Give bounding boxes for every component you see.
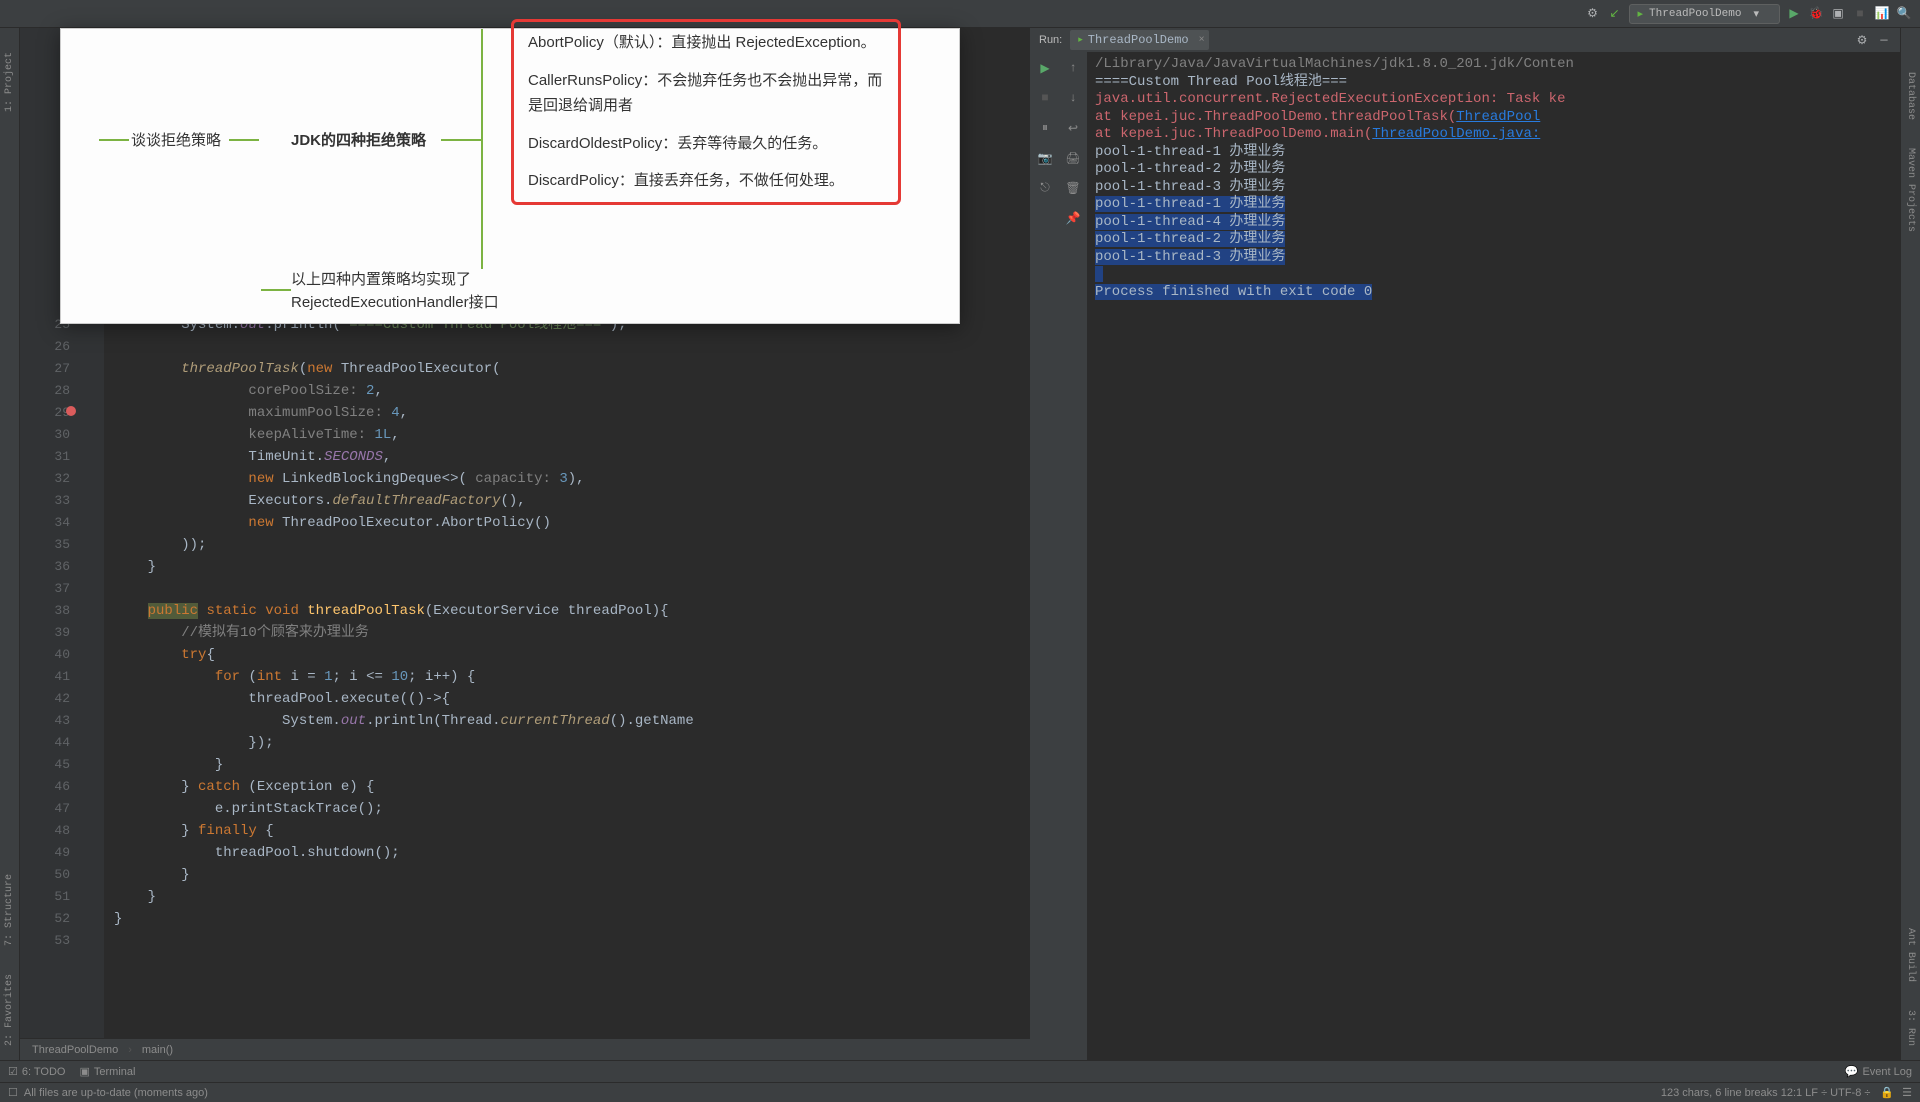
settings-icon[interactable]: ⚙ [1854, 32, 1870, 48]
main-toolbar: ⚙ ↙ ▸ ThreadPoolDemo ▾ ▶ 🐞 ▣ ■ 📊 🔍 [0, 0, 1920, 28]
run-config-label: ThreadPoolDemo [1649, 8, 1741, 20]
mind-note: 以上四种内置策略均实现了RejectedExecutionHandler接口 [291, 269, 591, 314]
right-tool-strip: Database Maven Projects Ant Build 3: Run [1900, 28, 1920, 1060]
tool-favorites[interactable]: 2: Favorites [4, 970, 15, 1050]
event-log[interactable]: 💬 Event Log [1845, 1065, 1912, 1078]
search-icon[interactable]: 🔍 [1896, 6, 1912, 22]
pin-icon[interactable]: 📌 [1063, 208, 1083, 228]
minimize-icon[interactable]: — [1876, 32, 1892, 48]
mind-branch: JDK的四种拒绝策略 [291, 129, 426, 150]
close-icon[interactable]: × [1199, 35, 1205, 46]
down-icon[interactable]: ↓ [1063, 88, 1083, 108]
tool-project[interactable]: 1: Project [4, 48, 15, 116]
run-icon[interactable]: ▶ [1786, 6, 1802, 22]
exit-icon[interactable]: ⎋ [1035, 178, 1055, 198]
rerun-icon[interactable]: ▶ [1035, 58, 1055, 78]
tool-run[interactable]: 3: Run [1905, 1006, 1916, 1050]
debug-icon[interactable]: 🐞 [1808, 6, 1824, 22]
run-label: Run: [1039, 34, 1062, 46]
run-tab[interactable]: ▸ ThreadPoolDemo × [1070, 30, 1208, 50]
clear-icon[interactable]: 🗑 [1063, 178, 1083, 198]
coverage-icon[interactable]: ▣ [1830, 6, 1846, 22]
policy-abort: AbortPolicy（默认）：直接抛出 RejectedException。 [528, 30, 884, 56]
pause-icon[interactable]: ⏸ [1035, 118, 1055, 138]
terminal-tool[interactable]: ▣ Terminal [79, 1065, 135, 1078]
up-icon[interactable]: ↑ [1063, 58, 1083, 78]
editor-panel: 谈谈拒绝策略 JDK的四种拒绝策略 AbortPolicy（默认）：直接抛出 R… [20, 28, 1030, 1060]
mind-root: 谈谈拒绝策略 [131, 129, 221, 150]
tool-maven[interactable]: Maven Projects [1905, 144, 1916, 236]
policy-caller: CallerRunsPolicy：不会抛弃任务也不会抛出异常，而是回退给调用者 [528, 68, 884, 119]
camera-icon[interactable]: 📷 [1035, 148, 1055, 168]
run-config-selector[interactable]: ▸ ThreadPoolDemo ▾ [1629, 4, 1780, 24]
stop-icon[interactable]: ■ [1852, 6, 1868, 22]
stop-run-icon[interactable]: ■ [1035, 88, 1055, 108]
mind-policies-box: AbortPolicy（默认）：直接抛出 RejectedException。 … [511, 19, 901, 205]
breadcrumb-bar: ThreadPoolDemo › main() [20, 1038, 1030, 1060]
tool-structure[interactable]: 7: Structure [4, 870, 15, 950]
tool-ant[interactable]: Ant Build [1905, 924, 1916, 986]
policy-oldest: DiscardOldestPolicy：丢弃等待最久的任务。 [528, 131, 884, 157]
profiler-icon[interactable]: 📊 [1874, 6, 1890, 22]
build-icon[interactable]: ⚙ [1585, 6, 1601, 22]
print-icon[interactable]: 🖨 [1063, 148, 1083, 168]
policy-discard: DiscardPolicy：直接丢弃任务，不做任何处理。 [528, 168, 884, 194]
sync-icon[interactable]: ↙ [1607, 6, 1623, 22]
left-tool-strip: 1: Project 7: Structure 2: Favorites [0, 28, 20, 1060]
status-right: 123 chars, 6 line breaks 12:1 LF ÷ UTF-8… [1661, 1087, 1871, 1099]
breadcrumb-class[interactable]: ThreadPoolDemo [32, 1044, 118, 1056]
main-layout: 1: Project 7: Structure 2: Favorites 谈谈拒… [0, 28, 1920, 1060]
todo-tool[interactable]: ☑ 6: TODO [8, 1065, 65, 1078]
mindmap-overlay: 谈谈拒绝策略 JDK的四种拒绝策略 AbortPolicy（默认）：直接抛出 R… [60, 28, 960, 324]
run-header: Run: ▸ ThreadPoolDemo × ⚙ — [1031, 28, 1900, 52]
status-bar: ☐ All files are up-to-date (moments ago)… [0, 1082, 1920, 1102]
status-message: All files are up-to-date (moments ago) [24, 1087, 208, 1099]
bottom-tool-bar: ☑ 6: TODO ▣ Terminal 💬 Event Log [0, 1060, 1920, 1082]
run-sidebar: ▶ ■ ⏸ 📷 ⎋ ↑ ↓ ↩ 🖨 🗑 📌 [1031, 52, 1087, 1060]
console-output[interactable]: /Library/Java/JavaVirtualMachines/jdk1.8… [1087, 52, 1900, 1060]
breadcrumb-method[interactable]: main() [142, 1044, 173, 1056]
tool-database[interactable]: Database [1905, 68, 1916, 124]
wrap-icon[interactable]: ↩ [1063, 118, 1083, 138]
breakpoint-icon[interactable] [66, 406, 76, 416]
run-panel: Run: ▸ ThreadPoolDemo × ⚙ — ▶ ■ ⏸ 📷 ⎋ [1030, 28, 1900, 1060]
run-tab-label: ThreadPoolDemo [1088, 33, 1189, 47]
